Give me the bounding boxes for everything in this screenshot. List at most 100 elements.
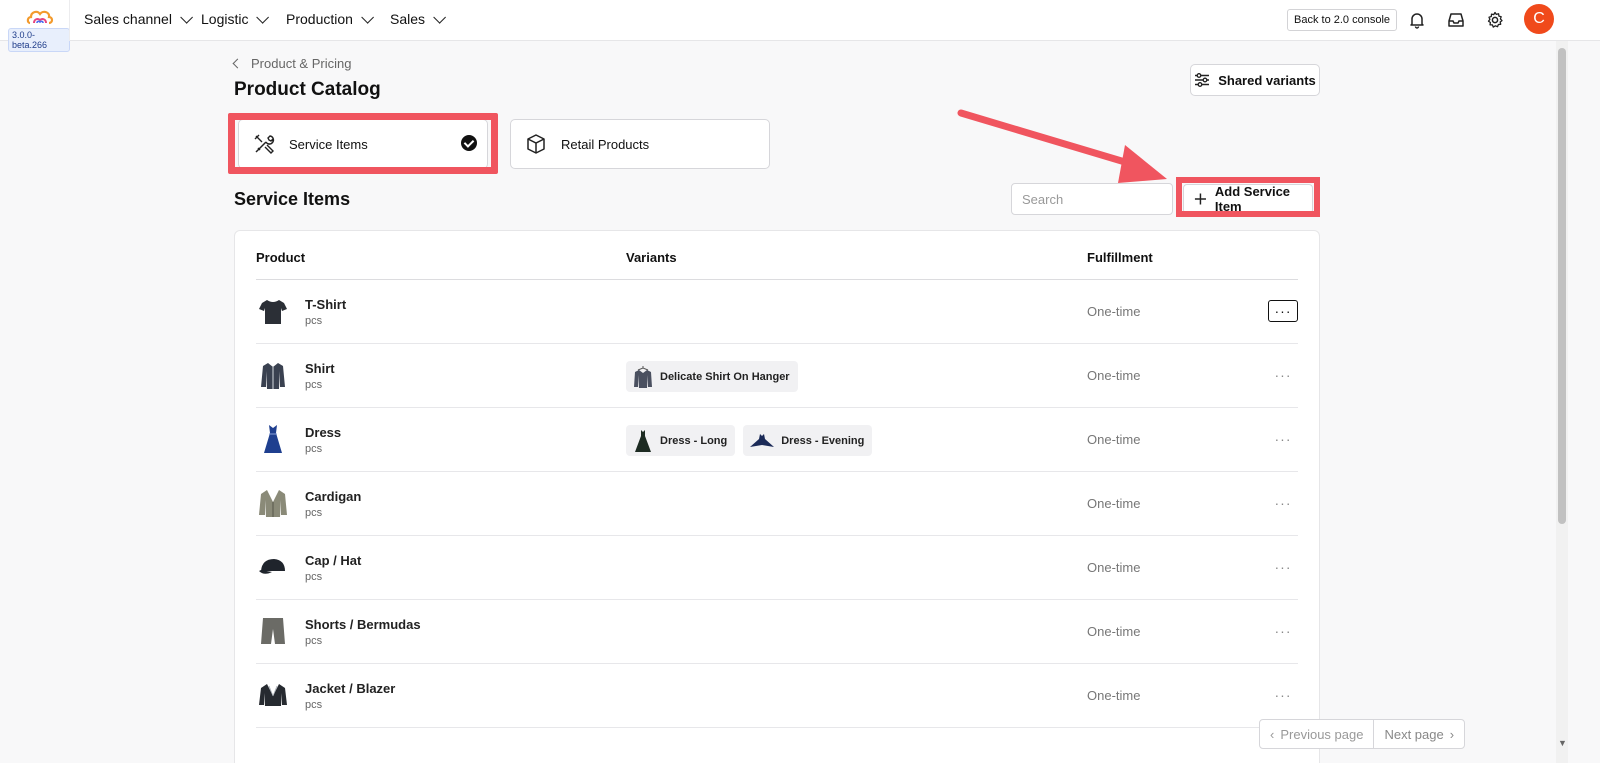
row-more-button[interactable]: ···	[1268, 300, 1298, 322]
chevron-down-icon	[256, 10, 270, 24]
tab-retail-products[interactable]: Retail Products	[510, 119, 770, 169]
next-page-button[interactable]: Next page ›	[1373, 720, 1464, 748]
product-unit: pcs	[305, 571, 323, 583]
fulfillment-value: One-time	[1087, 368, 1141, 383]
table-row[interactable]: T-Shirt pcs One-time ···	[256, 280, 1298, 344]
column-header-variants: Variants	[626, 250, 677, 265]
fulfillment-value: One-time	[1087, 496, 1141, 511]
product-unit: pcs	[305, 699, 323, 711]
row-more-button[interactable]: ···	[1268, 364, 1298, 386]
nav-label: Sales	[390, 11, 426, 27]
next-page-label: Next page	[1384, 726, 1444, 742]
inbox-icon[interactable]	[1447, 11, 1465, 29]
cloud-logo-icon	[26, 10, 54, 25]
variants-list: Delicate Shirt On Hanger	[626, 361, 798, 392]
shared-variants-label: Shared variants	[1218, 72, 1316, 88]
variants-list: Dress - Long Dress - Evening	[626, 425, 873, 456]
search-input[interactable]	[1011, 183, 1173, 215]
user-avatar[interactable]: C	[1524, 4, 1554, 34]
tshirt-icon	[259, 300, 287, 324]
chevron-left-icon	[232, 58, 243, 69]
row-more-button[interactable]: ···	[1268, 684, 1298, 706]
app-logo[interactable]: 3.0.0-beta.266	[4, 4, 70, 52]
scrollbar-thumb[interactable]	[1558, 48, 1566, 524]
nav-production[interactable]: Production	[286, 10, 374, 27]
evening-dress-icon	[750, 433, 775, 447]
sliders-icon	[1195, 73, 1210, 87]
cardigan-icon	[259, 490, 287, 517]
shorts-icon	[261, 618, 285, 644]
chevron-down-icon	[433, 10, 447, 24]
page-title: Product Catalog	[234, 79, 381, 100]
checkmark-circle-icon	[461, 135, 477, 151]
shirt-hanger-icon	[634, 365, 652, 388]
row-more-button[interactable]: ···	[1268, 492, 1298, 514]
top-navigation-bar: 3.0.0-beta.266 Sales channel Logistic Pr…	[0, 0, 1600, 52]
add-service-item-button[interactable]: Add Service Item	[1183, 184, 1313, 214]
fulfillment-value: One-time	[1087, 688, 1141, 703]
shared-variants-button[interactable]: Shared variants	[1190, 64, 1320, 96]
product-name: Cardigan	[305, 489, 362, 504]
nav-label: Logistic	[201, 11, 249, 27]
fulfillment-value: One-time	[1087, 560, 1141, 575]
previous-page-label: Previous page	[1280, 726, 1364, 742]
chevron-right-icon: ›	[1449, 726, 1455, 742]
product-name: Shorts / Bermudas	[305, 617, 421, 632]
cap-icon	[259, 559, 285, 574]
variant-label: Delicate Shirt On Hanger	[660, 370, 790, 383]
breadcrumb[interactable]: Product & Pricing	[232, 56, 351, 71]
nav-divider	[69, 0, 70, 41]
variant-chip[interactable]: Dress - Long	[626, 425, 736, 456]
table-row[interactable]: Cap / Hat pcs One-time ···	[256, 536, 1298, 600]
table-row[interactable]: Shorts / Bermudas pcs One-time ···	[256, 600, 1298, 664]
bell-icon[interactable]	[1408, 11, 1426, 29]
fulfillment-value: One-time	[1087, 624, 1141, 639]
tab-service-items[interactable]: Service Items	[238, 119, 488, 169]
product-unit: pcs	[305, 379, 323, 391]
chevron-down-icon	[180, 10, 193, 24]
row-more-button[interactable]: ···	[1268, 620, 1298, 642]
column-header-product: Product	[256, 250, 306, 265]
chevron-down-icon	[361, 10, 374, 24]
nav-sales-channel[interactable]: Sales channel	[84, 10, 193, 27]
table-row[interactable]: Dress pcs Dress - Long Dress - Evening O…	[256, 408, 1298, 472]
previous-page-button[interactable]: ‹ Previous page	[1260, 720, 1373, 748]
table-row[interactable]: Cardigan pcs One-time ···	[256, 472, 1298, 536]
nav-logistic[interactable]: Logistic	[201, 10, 270, 27]
tab-label: Service Items	[289, 136, 368, 152]
dress-icon	[264, 425, 282, 453]
row-more-button[interactable]: ···	[1268, 556, 1298, 578]
nav-sales[interactable]: Sales	[390, 10, 447, 27]
product-name: Dress	[305, 425, 342, 440]
row-more-button[interactable]: ···	[1268, 428, 1298, 450]
tab-label: Retail Products	[561, 136, 650, 152]
scroll-down-arrow-icon[interactable]: ▼	[1558, 738, 1567, 748]
pagination: ‹ Previous page Next page ›	[1259, 719, 1466, 749]
table-row[interactable]: Jacket / Blazer pcs One-time ···	[256, 664, 1298, 728]
breadcrumb-link[interactable]: Product & Pricing	[251, 56, 351, 71]
fulfillment-value: One-time	[1087, 304, 1141, 319]
gear-icon[interactable]	[1486, 11, 1504, 29]
version-badge: 3.0.0-beta.266	[8, 28, 70, 52]
long-dress-icon	[635, 429, 651, 452]
variant-label: Dress - Evening	[781, 434, 865, 447]
nav-label: Sales channel	[84, 11, 172, 27]
product-unit: pcs	[305, 635, 323, 647]
fulfillment-value: One-time	[1087, 432, 1141, 447]
back-to-console-button[interactable]: Back to 2.0 console	[1287, 9, 1398, 31]
product-name: Jacket / Blazer	[305, 681, 396, 696]
add-label: Add Service Item	[1214, 184, 1291, 214]
tools-icon	[254, 134, 275, 154]
variant-chip[interactable]: Delicate Shirt On Hanger	[626, 361, 798, 392]
product-unit: pcs	[305, 443, 323, 455]
shirt-icon	[261, 363, 285, 389]
product-name: T-Shirt	[305, 297, 347, 312]
plus-icon	[1194, 193, 1206, 205]
variant-chip[interactable]: Dress - Evening	[743, 425, 873, 456]
variant-label: Dress - Long	[660, 434, 728, 447]
product-name: Shirt	[305, 361, 335, 376]
column-header-fulfillment: Fulfillment	[1087, 250, 1153, 265]
box-icon	[527, 134, 545, 154]
table-row[interactable]: Shirt pcs Delicate Shirt On Hanger One-t…	[256, 344, 1298, 408]
jacket-icon	[259, 684, 287, 706]
